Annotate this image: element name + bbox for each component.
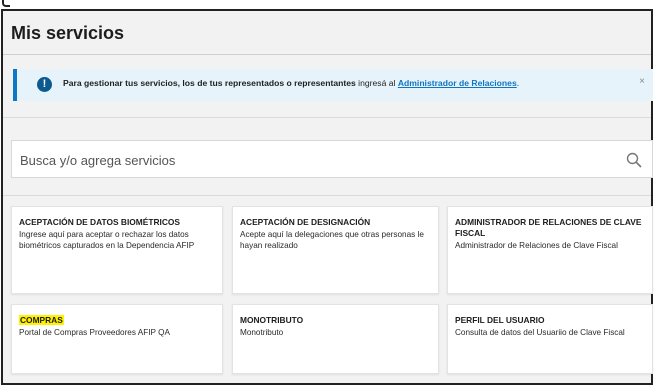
- screenshot-frame: Mis servicios ! Para gestionar tus servi…: [0, 0, 655, 385]
- service-card-title: ADMINISTRADOR DE RELACIONES DE CLAVE FIS…: [455, 217, 642, 238]
- service-card-perfil-usuario[interactable]: PERFIL DEL USUARIO Consulta de datos del…: [447, 304, 653, 374]
- alert-text-bold: Para gestionar tus servicios, los de tus…: [63, 78, 356, 88]
- info-alert: ! Para gestionar tus servicios, los de t…: [13, 69, 653, 101]
- page-title: Mis servicios: [11, 23, 125, 43]
- highlighted-title: COMPRAS: [19, 315, 64, 325]
- section-divider: [3, 117, 651, 118]
- alert-message: Para gestionar tus servicios, los de tus…: [63, 78, 519, 88]
- service-card-description: Consulta de datos del Usuariio de Clave …: [455, 328, 625, 337]
- service-card-description: Ingrese aquí para aceptar o rechazar los…: [19, 230, 195, 250]
- service-card-description: Acepte aquí la delegaciones que otras pe…: [240, 230, 424, 250]
- service-card-description: Portal de Compras Proveedores AFIP QA: [19, 328, 170, 337]
- title-divider: [3, 54, 651, 55]
- service-card-title: PERFIL DEL USUARIO: [455, 315, 545, 325]
- top-edge: [0, 0, 655, 9]
- service-card-description: Administrador de Relaciones de Clave Fis…: [455, 241, 618, 250]
- administrador-relaciones-link[interactable]: Administrador de Relaciones: [398, 78, 517, 88]
- service-card-aceptacion-datos-biometricos[interactable]: ACEPTACIÓN DE DATOS BIOMÉTRICOS Ingrese …: [11, 206, 223, 294]
- service-card-title: COMPRAS: [19, 315, 216, 326]
- cropped-glyph: [2, 0, 10, 7]
- search-input[interactable]: [18, 149, 612, 171]
- search-box: [11, 140, 653, 178]
- service-card-compras[interactable]: COMPRAS Portal de Compras Proveedores AF…: [11, 304, 223, 374]
- exclamation-circle-icon: !: [37, 77, 52, 92]
- alert-text-end: .: [516, 78, 520, 88]
- service-card-aceptacion-designacion[interactable]: ACEPTACIÓN DE DESIGNACIÓN Acepte aquí la…: [232, 206, 439, 294]
- service-card-title: ACEPTACIÓN DE DATOS BIOMÉTRICOS: [19, 217, 180, 227]
- alert-text-mid: ingresá al: [355, 78, 398, 88]
- section-divider: [3, 195, 651, 196]
- services-panel: Mis servicios ! Para gestionar tus servi…: [1, 9, 653, 385]
- close-icon[interactable]: ×: [639, 76, 645, 87]
- search-icon[interactable]: [626, 152, 642, 168]
- service-card-monotributo[interactable]: MONOTRIBUTO Monotributo: [232, 304, 439, 374]
- service-card-title: MONOTRIBUTO: [240, 315, 304, 325]
- service-card-title: ACEPTACIÓN DE DESIGNACIÓN: [240, 217, 371, 227]
- service-card-administrador-relaciones[interactable]: ADMINISTRADOR DE RELACIONES DE CLAVE FIS…: [447, 206, 653, 294]
- service-card-description: Monotributo: [240, 328, 284, 337]
